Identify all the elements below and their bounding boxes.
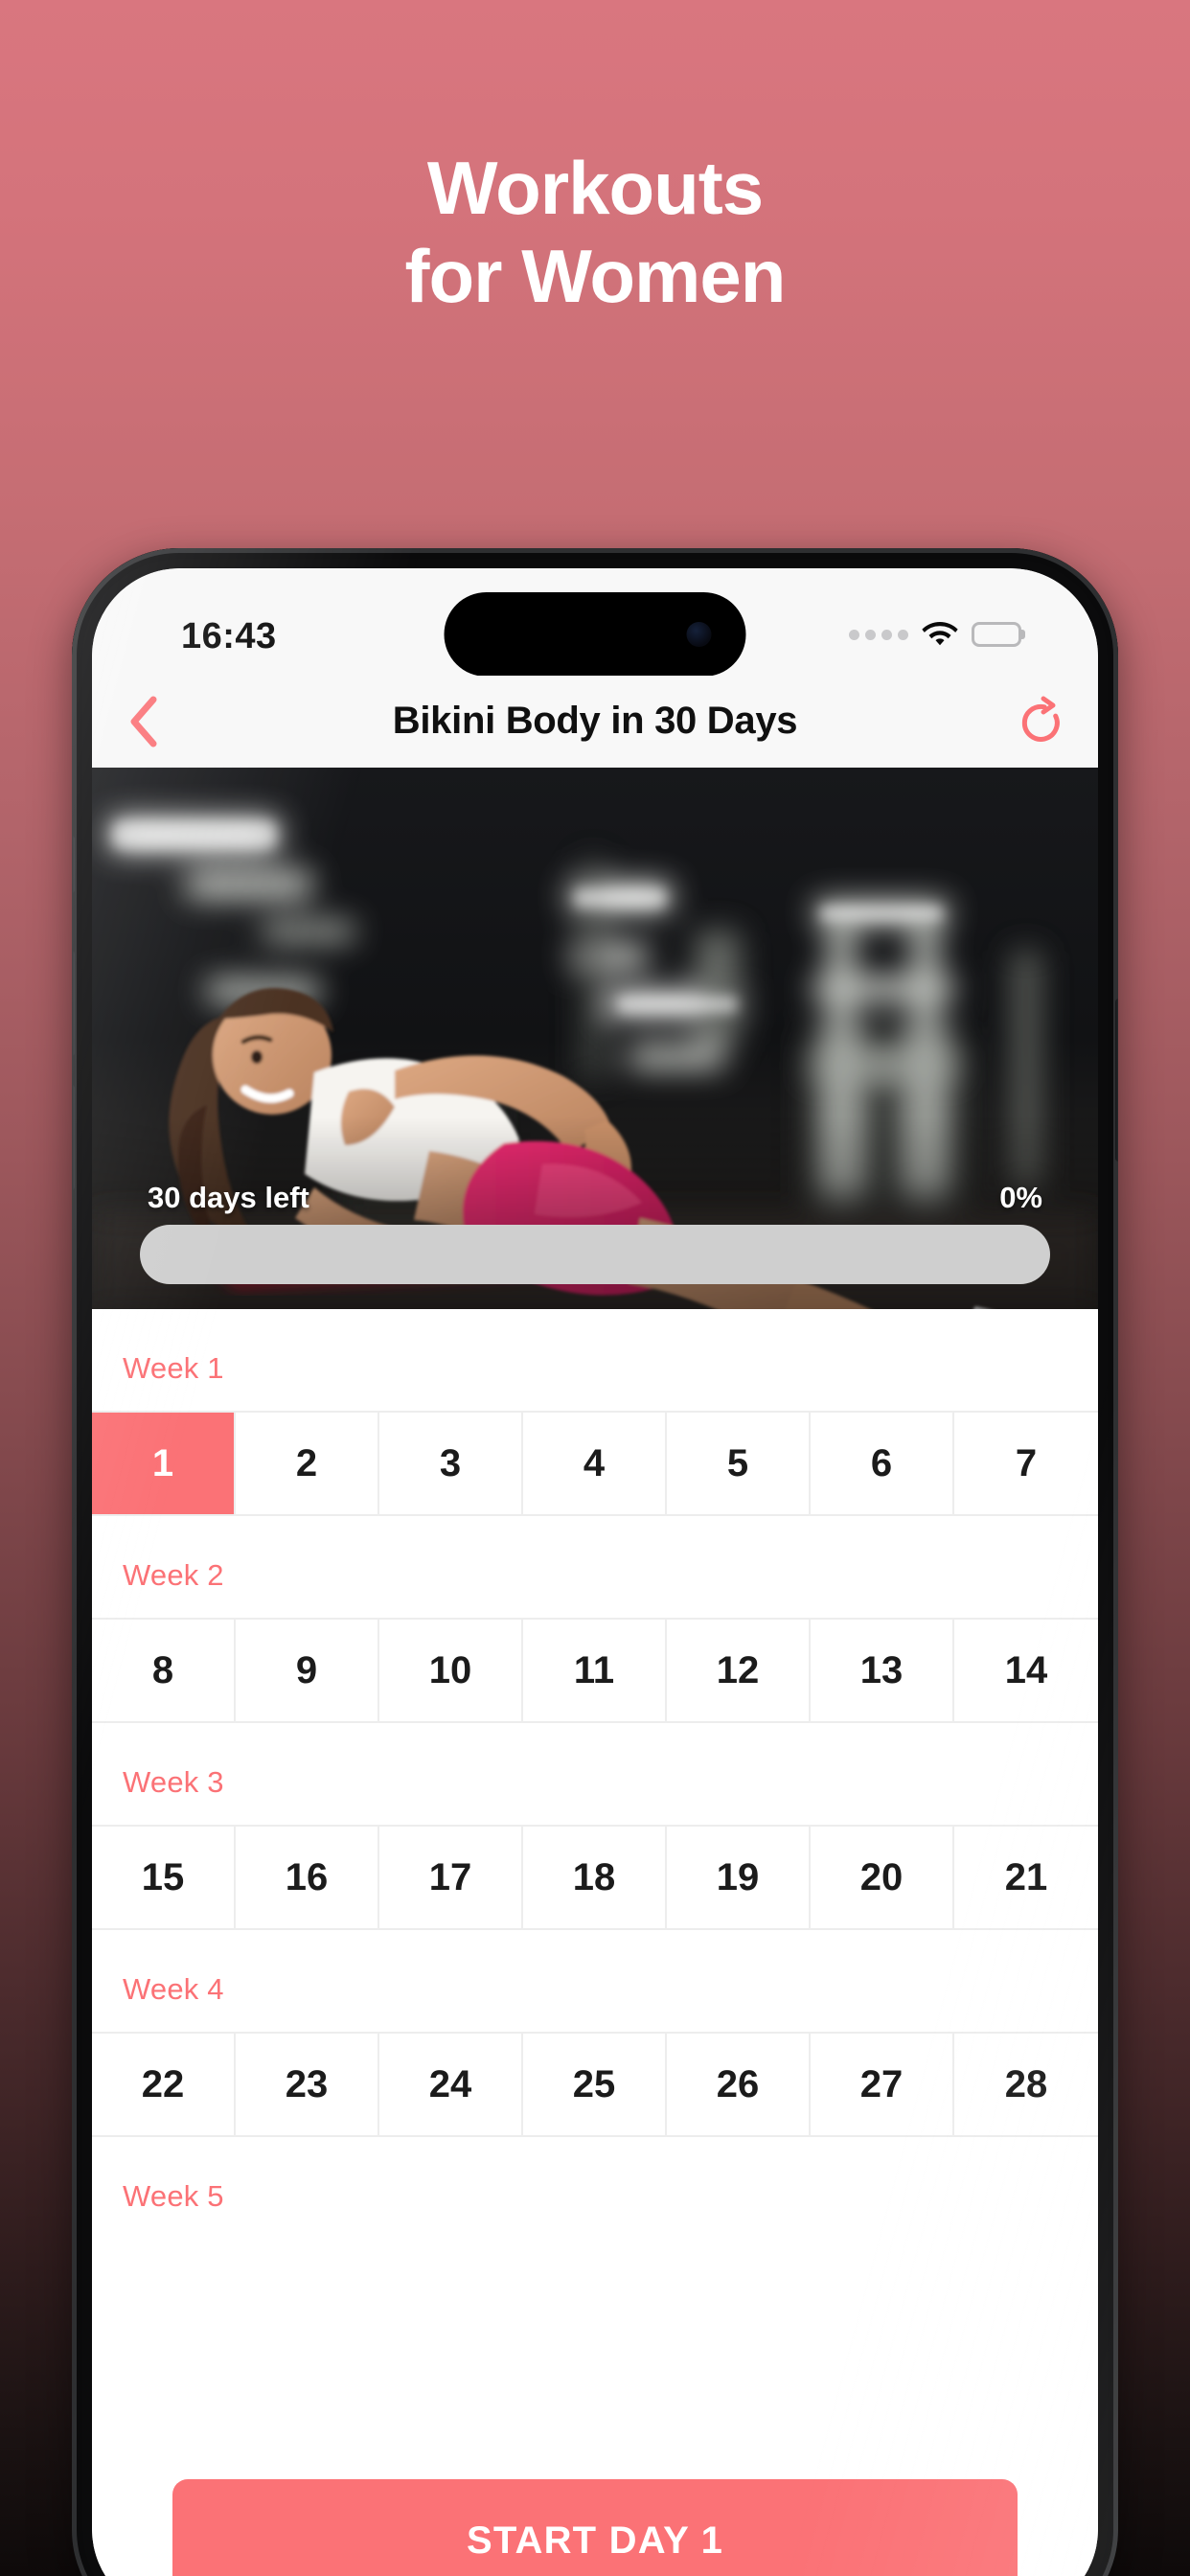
day-cell[interactable]: 18 bbox=[523, 1827, 667, 1928]
chevron-left-icon bbox=[130, 696, 157, 747]
progress-labels: 30 days left 0% bbox=[148, 1181, 1042, 1215]
day-cell[interactable]: 19 bbox=[667, 1827, 811, 1928]
back-button[interactable] bbox=[109, 688, 176, 755]
promo-heading-line-2: for Women bbox=[404, 234, 787, 319]
week-days-row: 22 23 24 25 26 27 28 bbox=[92, 2032, 1098, 2137]
phone-volume-down-button bbox=[72, 1085, 75, 1190]
week-label: Week 3 bbox=[123, 1765, 224, 1799]
week-label: Week 5 bbox=[123, 2179, 224, 2213]
week-days-row: 15 16 17 18 19 20 21 bbox=[92, 1825, 1098, 1930]
signal-dots-icon bbox=[849, 629, 908, 640]
week-label: Week 1 bbox=[123, 1351, 224, 1385]
day-cell[interactable]: 21 bbox=[954, 1827, 1098, 1928]
phone-mute-switch bbox=[72, 836, 75, 893]
day-cell[interactable]: 14 bbox=[954, 1620, 1098, 1721]
day-cell[interactable]: 12 bbox=[667, 1620, 811, 1721]
day-cell[interactable]: 26 bbox=[667, 2034, 811, 2135]
status-bar: 16:43 bbox=[92, 568, 1098, 677]
day-cell[interactable]: 25 bbox=[523, 2034, 667, 2135]
promo-heading: Workouts for Women bbox=[0, 144, 1190, 320]
day-cell[interactable]: 23 bbox=[236, 2034, 379, 2135]
cta-container: START DAY 1 bbox=[92, 2454, 1098, 2576]
status-bar-clock: 16:43 bbox=[181, 616, 277, 656]
day-cell[interactable]: 24 bbox=[379, 2034, 523, 2135]
day-cell[interactable]: 16 bbox=[236, 1827, 379, 1928]
day-cell[interactable]: 7 bbox=[954, 1413, 1098, 1514]
day-cell[interactable]: 17 bbox=[379, 1827, 523, 1928]
reset-progress-button[interactable] bbox=[1010, 688, 1077, 755]
weeks-list: Week 1 1 2 3 4 5 6 7 Week 2 8 9 10 11 12 13 14 Week 3 15 1… bbox=[92, 1309, 1098, 2239]
day-cell[interactable]: 1 bbox=[92, 1413, 236, 1514]
day-cell[interactable]: 22 bbox=[92, 2034, 236, 2135]
day-cell[interactable]: 6 bbox=[811, 1413, 954, 1514]
day-cell[interactable]: 10 bbox=[379, 1620, 523, 1721]
week-days-row: 1234567 bbox=[92, 1411, 1098, 1516]
day-cell[interactable]: 3 bbox=[379, 1413, 523, 1514]
day-cell[interactable]: 28 bbox=[954, 2034, 1098, 2135]
phone-volume-up-button bbox=[72, 951, 75, 1056]
front-camera-icon bbox=[686, 622, 712, 647]
status-bar-indicators bbox=[849, 621, 1021, 648]
phone-power-button bbox=[1115, 999, 1118, 1162]
progress-percent-label: 0% bbox=[999, 1181, 1042, 1214]
week-label: Week 4 bbox=[123, 1972, 224, 2006]
day-cell[interactable]: 11 bbox=[523, 1620, 667, 1721]
day-cell[interactable]: 8 bbox=[92, 1620, 236, 1721]
day-cell[interactable]: 9 bbox=[236, 1620, 379, 1721]
day-cell[interactable]: 13 bbox=[811, 1620, 954, 1721]
week-label: Week 2 bbox=[123, 1558, 224, 1592]
phone-screen: 16:43 Bikini Body in 30 Days 30 days lef… bbox=[92, 568, 1098, 2576]
day-cell[interactable]: 20 bbox=[811, 1827, 954, 1928]
phone-mockup: 16:43 Bikini Body in 30 Days 30 days lef… bbox=[72, 548, 1118, 2576]
battery-icon bbox=[972, 622, 1021, 647]
promo-screenshot: Workouts for Women 16:43 Bikini Body in … bbox=[0, 0, 1190, 2576]
page-title: Bikini Body in 30 Days bbox=[392, 700, 798, 742]
start-day-button[interactable]: START DAY 1 bbox=[172, 2479, 1018, 2576]
navigation-bar: Bikini Body in 30 Days bbox=[92, 676, 1098, 768]
refresh-icon bbox=[1021, 696, 1060, 742]
week-days-row: 8 9 10 11 12 13 14 bbox=[92, 1618, 1098, 1723]
hero-image: 30 days left 0% bbox=[92, 768, 1098, 1309]
day-cell[interactable]: 4 bbox=[523, 1413, 667, 1514]
day-cell[interactable]: 5 bbox=[667, 1413, 811, 1514]
promo-heading-line-1: Workouts bbox=[426, 146, 764, 230]
day-cell[interactable]: 27 bbox=[811, 2034, 954, 2135]
day-cell[interactable]: 2 bbox=[236, 1413, 379, 1514]
progress-bar bbox=[140, 1225, 1050, 1284]
dynamic-island bbox=[444, 592, 746, 677]
days-left-label: 30 days left bbox=[148, 1181, 309, 1214]
wifi-icon bbox=[922, 621, 958, 648]
day-cell[interactable]: 15 bbox=[92, 1827, 236, 1928]
